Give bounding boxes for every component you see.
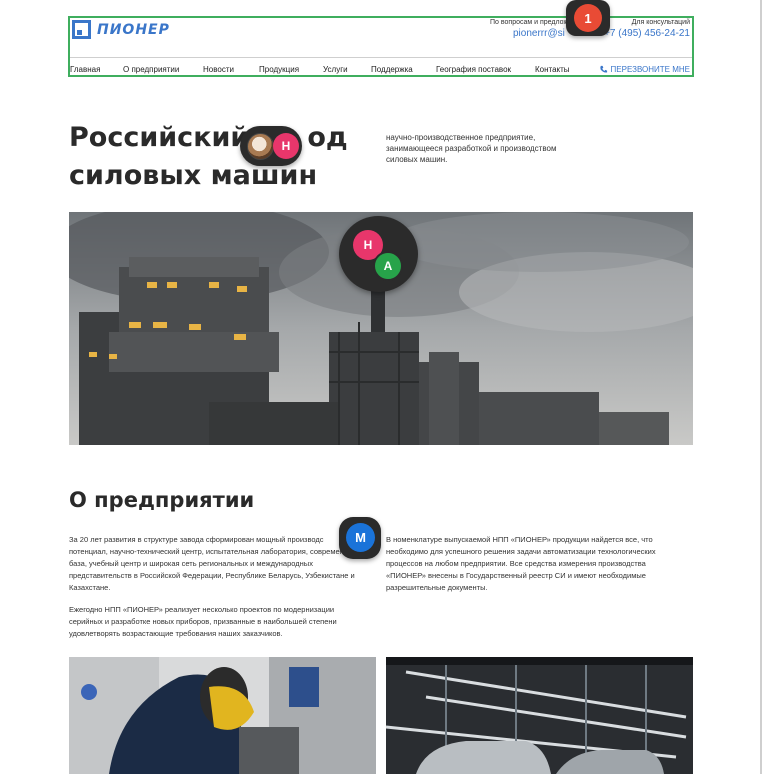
logo-text: ПИОНЕР: [97, 21, 170, 38]
nav-item-news[interactable]: Новости: [203, 65, 234, 74]
phone-icon: [599, 65, 607, 73]
contact-email-link[interactable]: pionerrr@si: [513, 28, 565, 39]
hero-title-line1-end: од: [307, 122, 348, 153]
hero-title-line1: Российский: [69, 122, 250, 153]
about-paragraph: За 20 лет развития в структуре завода сф…: [69, 535, 357, 592]
about-heading: О предприятии: [69, 488, 255, 512]
callback-button[interactable]: ПЕРЕЗВОНИТЕ МНЕ: [599, 65, 690, 74]
about-paragraph: Ежегодно НПП «ПИОНЕР» реализует нескольк…: [69, 605, 337, 638]
nav-item-about[interactable]: О предприятии: [123, 65, 179, 74]
header-divider: [70, 57, 692, 58]
nav-item-contacts[interactable]: Контакты: [535, 65, 570, 74]
phone-link[interactable]: +7 (495) 456-24-21: [604, 28, 690, 39]
welder-photo: [69, 657, 376, 774]
hero-subtitle: научно-производственное предприятие, зан…: [386, 133, 557, 164]
nav-item-support[interactable]: Поддержка: [371, 65, 413, 74]
contact-question-label: По вопросам и предложе: [490, 19, 573, 26]
nav-item-geography[interactable]: География поставок: [436, 65, 511, 74]
user-avatar-a[interactable]: А: [373, 251, 403, 281]
user-avatar-h[interactable]: Н: [273, 133, 299, 159]
hero-title: Российский од силовых машин: [69, 119, 389, 195]
user-photo-avatar[interactable]: [247, 133, 274, 160]
main-nav: Главная О предприятии Новости Продукция …: [70, 65, 692, 77]
user-avatar-m[interactable]: М: [346, 523, 375, 552]
assembly-line-photo: [386, 657, 693, 774]
nav-item-home[interactable]: Главная: [70, 65, 100, 74]
about-paragraph: В номенклатуре выпускаемой НПП «ПИОНЕР» …: [386, 535, 656, 592]
logo-icon: [72, 20, 91, 39]
nav-item-products[interactable]: Продукция: [259, 65, 299, 74]
logo[interactable]: ПИОНЕР: [72, 20, 170, 39]
callback-label: ПЕРЕЗВОНИТЕ МНЕ: [610, 65, 690, 74]
consultation-label: Для консультаций: [631, 19, 690, 26]
nav-item-services[interactable]: Услуги: [323, 65, 348, 74]
notification-count-badge[interactable]: 1: [574, 4, 602, 32]
